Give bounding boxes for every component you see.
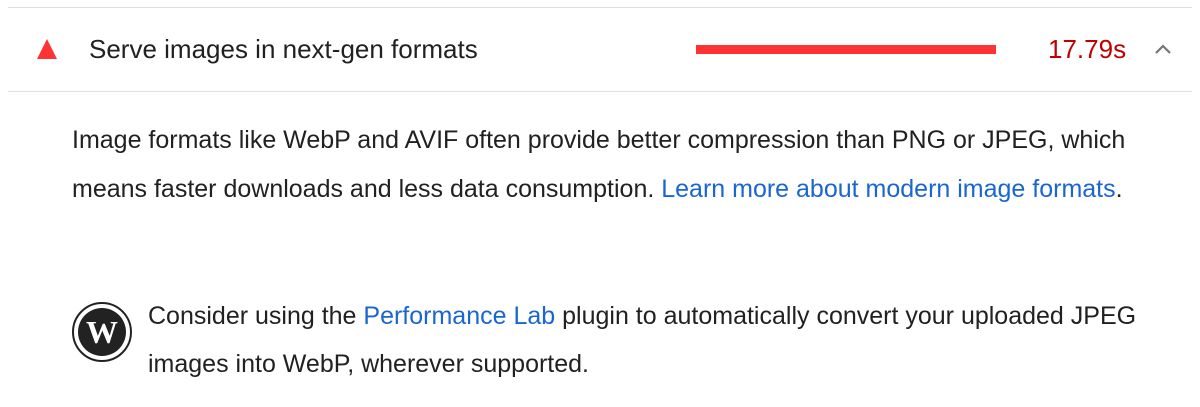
audit-item: Serve images in next-gen formats 17.79s … xyxy=(8,7,1192,407)
audit-title: Serve images in next-gen formats xyxy=(89,34,478,64)
wordpress-icon: W xyxy=(72,302,132,362)
svg-text:W: W xyxy=(86,314,118,350)
chevron-up-icon[interactable] xyxy=(1152,40,1174,58)
stack-pack-text-start: Consider using the xyxy=(148,302,364,330)
stack-pack-text: Consider using the Performance Lab plugi… xyxy=(148,292,1148,388)
stack-pack: W Consider using the Performance Lab plu… xyxy=(72,292,1172,392)
savings-bar xyxy=(696,45,996,54)
savings-bar-track xyxy=(696,45,996,54)
learn-more-link[interactable]: Learn more about modern image formats xyxy=(661,175,1115,203)
performance-lab-link[interactable]: Performance Lab xyxy=(363,302,555,330)
audit-header[interactable]: Serve images in next-gen formats 17.79s xyxy=(8,8,1192,92)
audit-description: Image formats like WebP and AVIF often p… xyxy=(72,116,1172,214)
description-end: . xyxy=(1115,175,1123,203)
fail-triangle-icon xyxy=(37,39,57,59)
savings-value: 17.79s xyxy=(1048,34,1127,64)
